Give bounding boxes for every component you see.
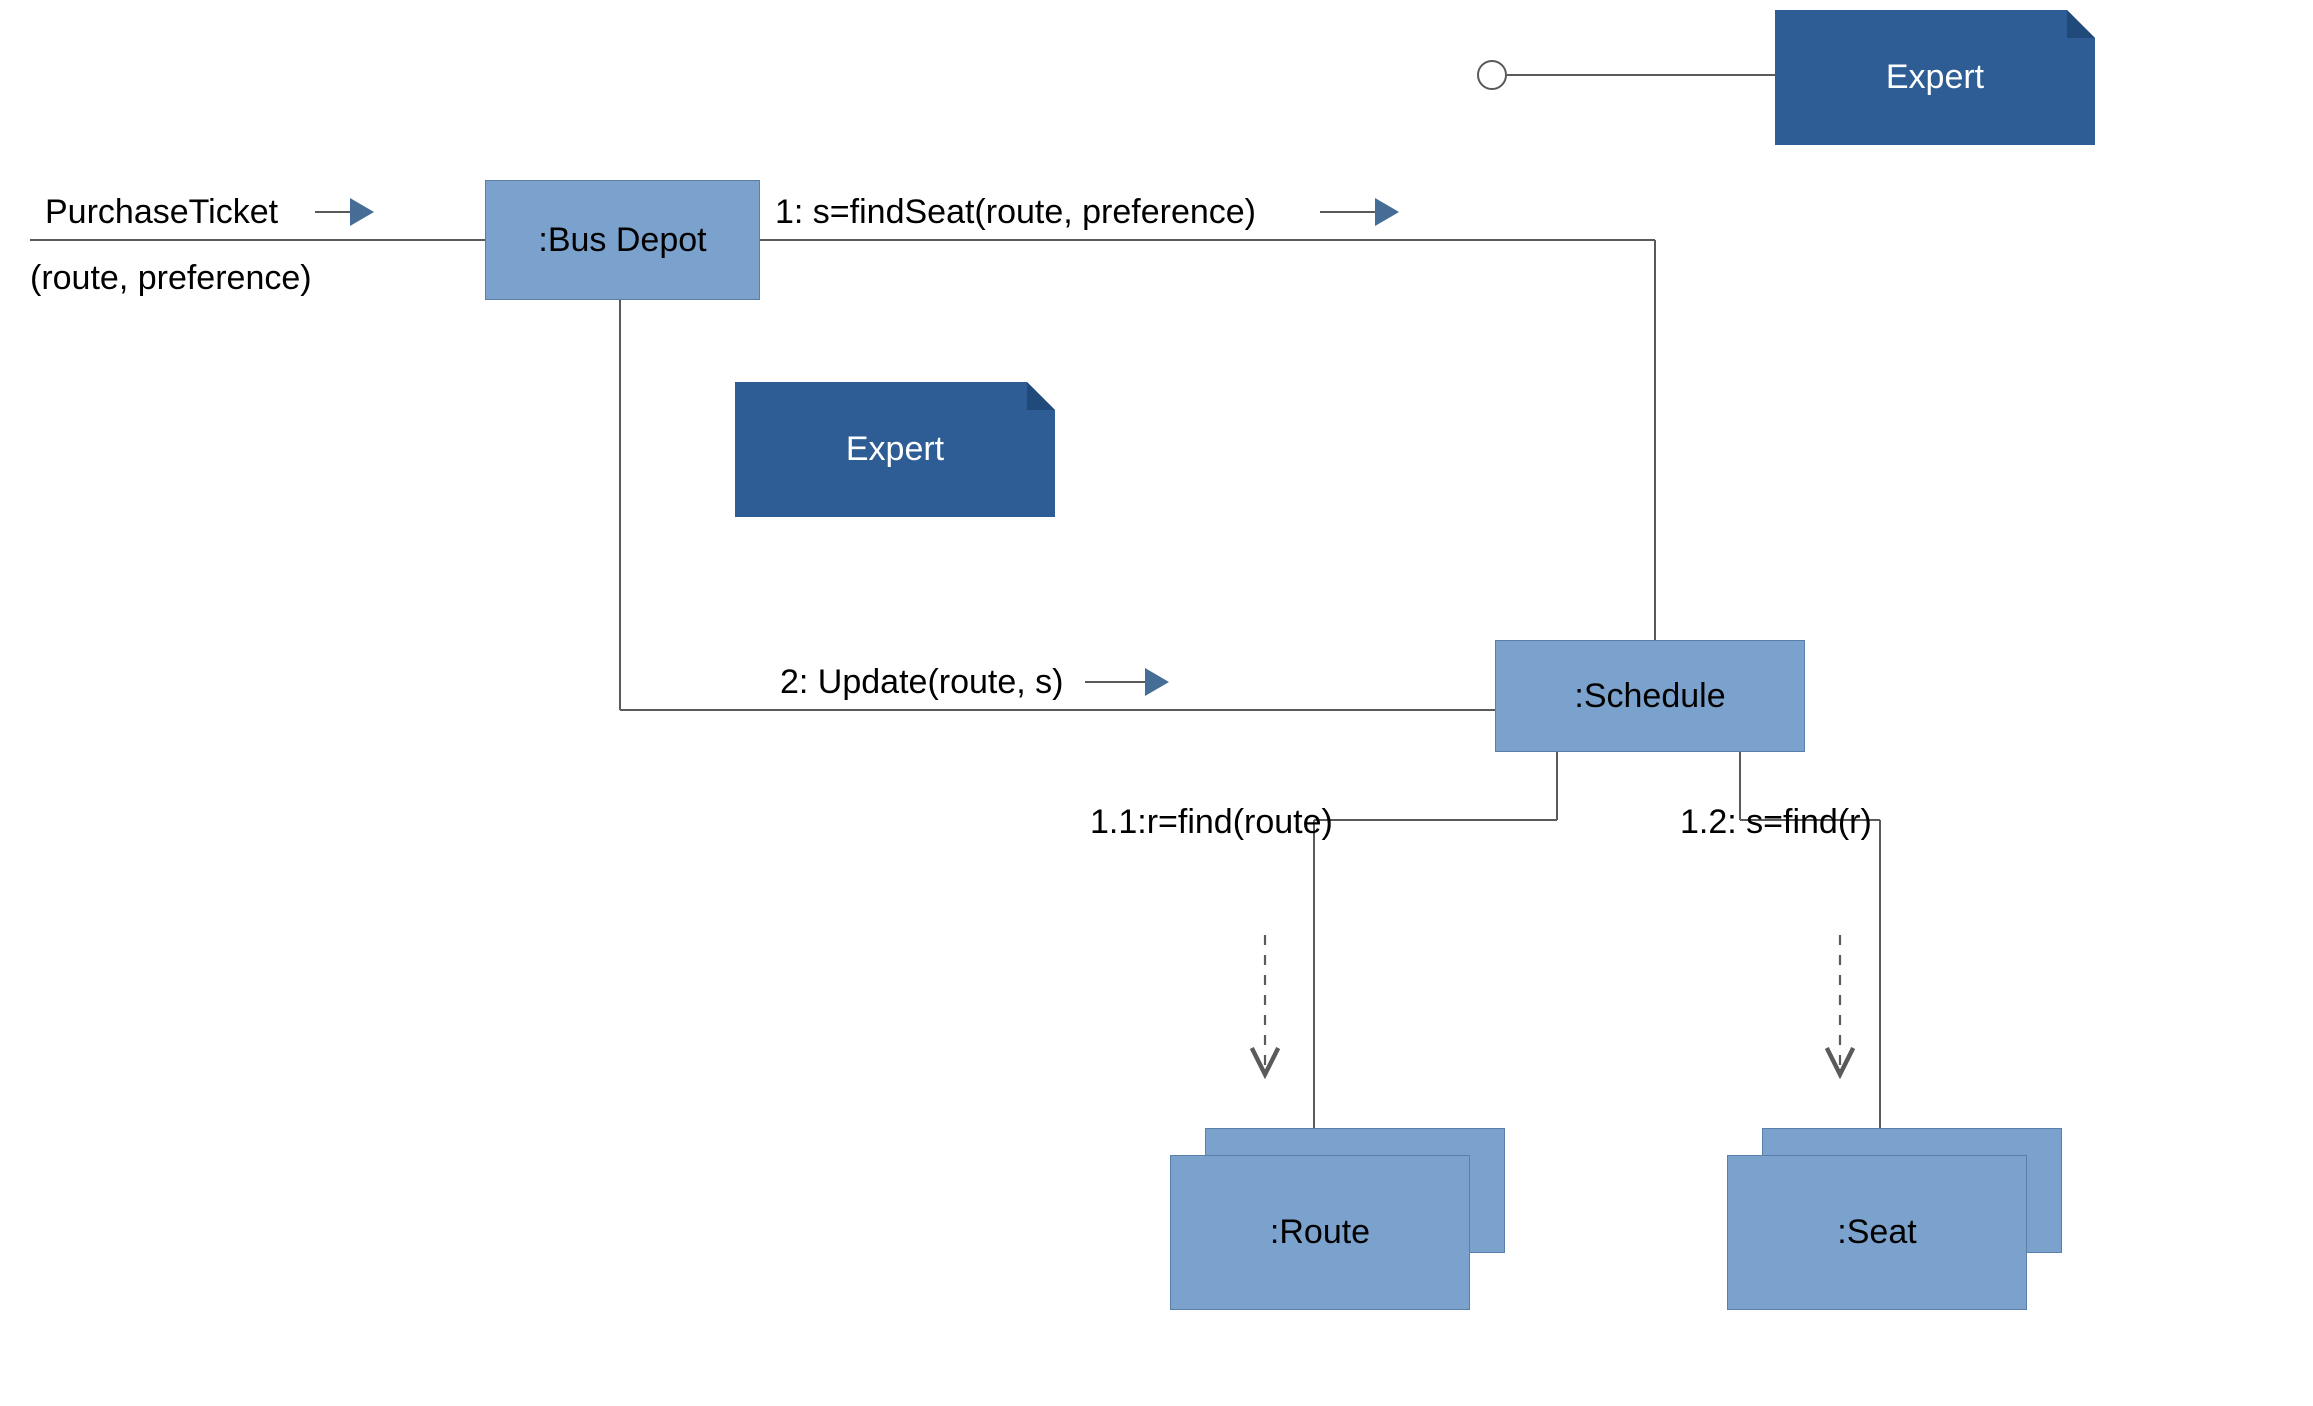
- msg-1-2-label: 1.2: s=find(r): [1680, 802, 1872, 843]
- msg-1-label: 1: s=findSeat(route, preference): [775, 192, 1256, 233]
- note-expert-top-label: Expert: [1886, 58, 1984, 97]
- obj-bus-depot-label: :Bus Depot: [538, 221, 706, 260]
- obj-seat-label: :Seat: [1837, 1213, 1916, 1252]
- obj-route: :Route: [1170, 1155, 1470, 1310]
- msg-purchase-lower: (route, preference): [30, 258, 312, 299]
- obj-seat: :Seat: [1727, 1155, 2027, 1310]
- diagram-canvas: PurchaseTicket (route, preference) 1: s=…: [0, 0, 2313, 1406]
- obj-schedule-label: :Schedule: [1574, 677, 1725, 716]
- msg-2-label: 2: Update(route, s): [780, 662, 1063, 703]
- note-expert-center: Expert: [735, 382, 1055, 517]
- note-expert-top-fold: [2067, 10, 2095, 38]
- msg-purchase-upper: PurchaseTicket: [45, 192, 278, 233]
- msg-1-1-label: 1.1:r=find(route): [1090, 802, 1300, 843]
- obj-route-label: :Route: [1270, 1213, 1370, 1252]
- obj-schedule: :Schedule: [1495, 640, 1805, 752]
- obj-bus-depot: :Bus Depot: [485, 180, 760, 300]
- note-expert-center-label: Expert: [846, 430, 944, 469]
- note-expert-center-fold: [1027, 382, 1055, 410]
- note-expert-top: Expert: [1775, 10, 2095, 145]
